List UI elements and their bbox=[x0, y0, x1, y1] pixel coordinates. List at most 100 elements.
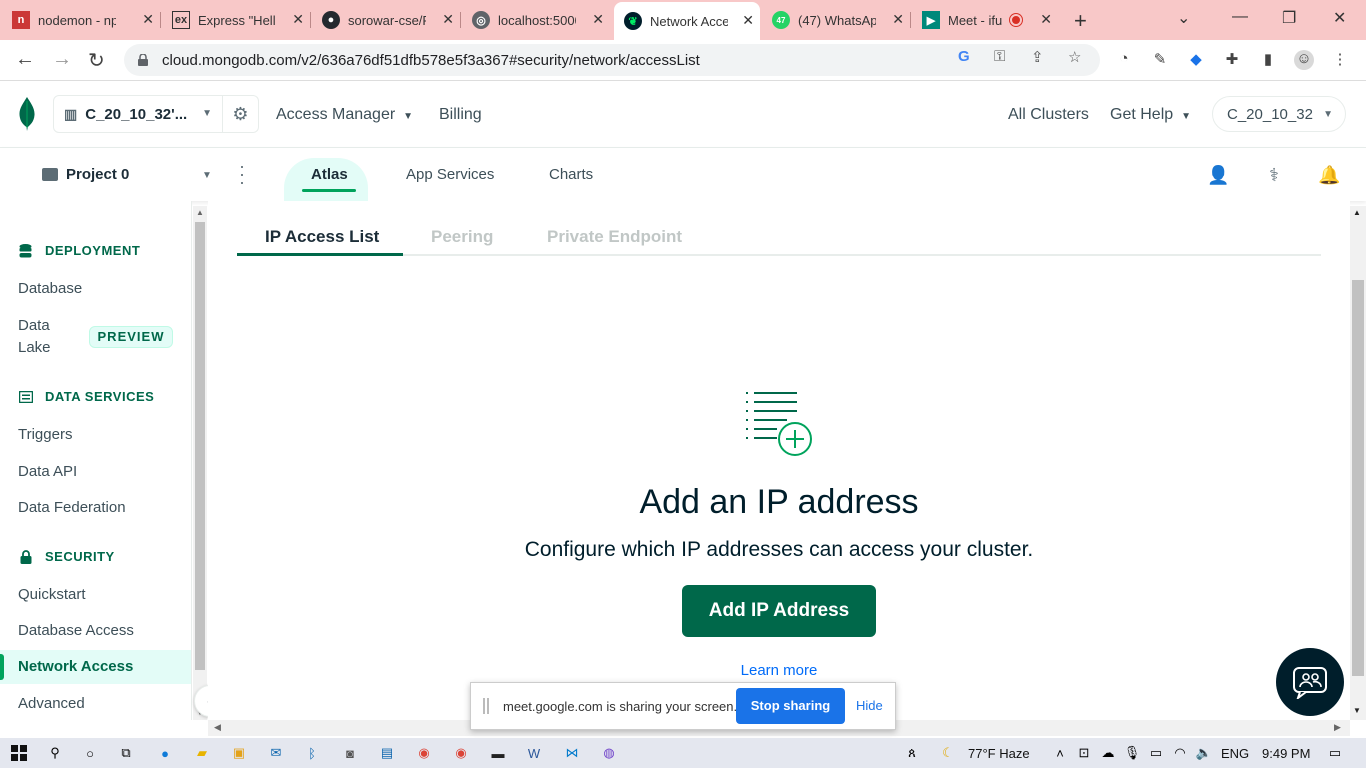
side-panel-icon[interactable]: ▮ bbox=[1258, 50, 1278, 70]
performance-extension-icon[interactable]: ◔ bbox=[1114, 50, 1134, 70]
scroll-up-arrow-icon[interactable]: ▲ bbox=[1353, 208, 1361, 217]
cortana-icon[interactable]: ○ bbox=[80, 743, 100, 763]
hide-banner-button[interactable]: Hide bbox=[856, 698, 883, 713]
address-bar[interactable]: cloud.mongodb.com/v2/636a76df51dfb578e5f… bbox=[124, 44, 1100, 76]
all-clusters-link[interactable]: All Clusters bbox=[1008, 106, 1089, 124]
language-indicator[interactable]: ENG bbox=[1221, 746, 1249, 761]
tab-private-endpoint[interactable]: Private Endpoint bbox=[547, 227, 682, 247]
scroll-down-arrow-icon[interactable]: ▼ bbox=[1353, 706, 1361, 715]
tab-ip-access-list[interactable]: IP Access List bbox=[265, 227, 379, 247]
search-icon[interactable]: ⚲ bbox=[45, 743, 65, 763]
scroll-left-arrow-icon[interactable]: ◀ bbox=[214, 722, 221, 733]
reload-button[interactable]: ↻ bbox=[88, 48, 105, 73]
word-icon[interactable]: W bbox=[524, 743, 544, 763]
eyedropper-extension-icon[interactable]: ✎ bbox=[1150, 50, 1170, 70]
back-button[interactable]: ← bbox=[15, 48, 35, 71]
sidebar-scrollbar[interactable]: ▲ ▼ bbox=[193, 206, 207, 720]
key-icon[interactable]: ⚿ bbox=[994, 48, 1005, 65]
sidebar-item-quickstart[interactable]: Quickstart bbox=[18, 586, 86, 603]
share-icon[interactable]: ⇪ bbox=[1031, 48, 1044, 66]
weather-text[interactable]: 77°F Haze bbox=[968, 746, 1030, 761]
close-tab-icon[interactable]: ✕ bbox=[892, 11, 904, 28]
stop-sharing-button[interactable]: Stop sharing bbox=[736, 688, 845, 724]
google-icon[interactable]: G bbox=[958, 48, 970, 65]
project-selector[interactable]: Project 0 bbox=[42, 166, 129, 183]
page-scrollbar-thumb[interactable] bbox=[1352, 280, 1364, 676]
notifications-bell-icon[interactable]: 🔔 bbox=[1318, 165, 1340, 187]
extension-icon[interactable]: ◆ bbox=[1186, 50, 1206, 70]
scroll-right-arrow-icon[interactable]: ▶ bbox=[1334, 722, 1341, 733]
browser-tab[interactable]: n nodemon - np ✕ bbox=[12, 4, 160, 36]
tab-atlas[interactable]: Atlas bbox=[311, 166, 348, 183]
puzzle-extensions-icon[interactable]: ✚ bbox=[1222, 50, 1242, 70]
meet-tray-icon[interactable]: ⊡ bbox=[1074, 743, 1094, 763]
sidebar-item-database-access[interactable]: Database Access bbox=[18, 622, 134, 639]
add-ip-address-button[interactable]: Add IP Address bbox=[682, 585, 876, 637]
sidebar-scrollbar-thumb[interactable] bbox=[195, 222, 205, 670]
task-view-icon[interactable]: ⧉ bbox=[116, 743, 136, 763]
chat-support-button[interactable] bbox=[1276, 648, 1344, 716]
sidebar-item-data-lake[interactable]: Data Lake bbox=[18, 317, 51, 362]
vscode-icon[interactable]: ⋈ bbox=[562, 743, 582, 763]
minimize-button[interactable]: — bbox=[1232, 8, 1248, 26]
close-tab-icon[interactable]: ✕ bbox=[742, 12, 754, 29]
people-icon[interactable]: ጰ bbox=[902, 743, 922, 763]
sidebar-item-data-api[interactable]: Data API bbox=[18, 463, 77, 480]
close-window-button[interactable]: ✕ bbox=[1333, 8, 1346, 28]
profile-avatar-icon[interactable]: ☺ bbox=[1294, 50, 1314, 70]
close-tab-icon[interactable]: ✕ bbox=[1040, 11, 1052, 28]
bluetooth-icon[interactable]: ᛒ bbox=[302, 743, 322, 763]
chrome-icon[interactable]: ◉ bbox=[414, 743, 434, 763]
scroll-up-arrow-icon[interactable]: ▲ bbox=[196, 208, 204, 217]
camera-icon[interactable]: ◙ bbox=[340, 743, 360, 763]
browser-tab-active[interactable]: ❦ Network Acce ✕ bbox=[614, 2, 760, 40]
close-tab-icon[interactable]: ✕ bbox=[592, 11, 604, 28]
sidebar-item-triggers[interactable]: Triggers bbox=[18, 426, 72, 443]
close-tab-icon[interactable]: ✕ bbox=[142, 11, 154, 28]
chrome-menu-icon[interactable]: ⋮ bbox=[1330, 50, 1350, 70]
onedrive-cloud-icon[interactable]: ☁ bbox=[1098, 743, 1118, 763]
sidebar-item-advanced[interactable]: Advanced bbox=[18, 695, 85, 712]
org-settings-gear-icon[interactable]: ⚙ bbox=[223, 95, 259, 133]
browser-tab[interactable]: ex Express "Hello ✕ bbox=[172, 4, 310, 36]
access-manager-menu[interactable]: Access Manager ▼ bbox=[276, 106, 413, 124]
volume-icon[interactable]: 🔈 bbox=[1194, 743, 1214, 763]
bookmark-star-icon[interactable]: ☆ bbox=[1068, 48, 1081, 66]
file-explorer-icon[interactable]: ▰ bbox=[192, 743, 212, 763]
learn-more-link[interactable]: Learn more bbox=[208, 662, 1350, 679]
browser-tab[interactable]: ◎ localhost:5000 ✕ bbox=[472, 4, 610, 36]
close-tab-icon[interactable]: ✕ bbox=[442, 11, 454, 28]
clock[interactable]: 9:49 PM bbox=[1262, 746, 1310, 761]
mail-icon[interactable]: ✉ bbox=[266, 743, 286, 763]
invite-user-icon[interactable]: 👤 bbox=[1207, 165, 1229, 187]
drag-handle-icon[interactable] bbox=[483, 698, 489, 714]
tab-peering[interactable]: Peering bbox=[431, 227, 493, 247]
notifications-icon[interactable]: ▭ bbox=[1325, 743, 1345, 763]
wifi-icon[interactable]: ◠ bbox=[1170, 743, 1190, 763]
edge-icon[interactable]: ● bbox=[155, 743, 175, 763]
forward-button[interactable]: → bbox=[52, 48, 72, 71]
browser-tab[interactable]: ▶ Meet - ifu ✕ bbox=[922, 4, 1058, 36]
tab-charts[interactable]: Charts bbox=[549, 166, 593, 183]
user-menu[interactable]: C_20_10_32 ▼ bbox=[1212, 96, 1346, 132]
app-icon[interactable]: ▤ bbox=[377, 743, 397, 763]
sidebar-item-database[interactable]: Database bbox=[18, 280, 82, 297]
browser-tab[interactable]: ● sorowar-cse/F ✕ bbox=[322, 4, 460, 36]
new-tab-button[interactable]: + bbox=[1074, 8, 1087, 34]
close-tab-icon[interactable]: ✕ bbox=[292, 11, 304, 28]
chevron-down-icon[interactable]: ▼ bbox=[202, 170, 212, 181]
get-help-menu[interactable]: Get Help ▼ bbox=[1110, 106, 1191, 124]
mongodb-leaf-icon[interactable] bbox=[18, 97, 36, 131]
activity-feed-icon[interactable]: ⚕ bbox=[1263, 165, 1285, 187]
restore-button[interactable]: ❐ bbox=[1282, 8, 1296, 28]
github-desktop-icon[interactable]: ◍ bbox=[599, 743, 619, 763]
chevron-up-icon[interactable]: ˄ bbox=[1050, 743, 1070, 763]
battery-icon[interactable]: ▭ bbox=[1146, 743, 1166, 763]
page-scrollbar[interactable]: ▲ ▼ bbox=[1350, 206, 1366, 720]
microphone-icon[interactable]: 🎙 bbox=[1122, 743, 1142, 763]
chrome-active-icon[interactable]: ◉ bbox=[451, 743, 471, 763]
tab-app-services[interactable]: App Services bbox=[406, 166, 494, 183]
organization-selector[interactable]: ▥ C_20_10_32'... ▼ bbox=[53, 95, 223, 133]
windows-start-icon[interactable] bbox=[9, 743, 29, 763]
sidebar-item-network-access[interactable]: Network Access bbox=[0, 650, 191, 684]
